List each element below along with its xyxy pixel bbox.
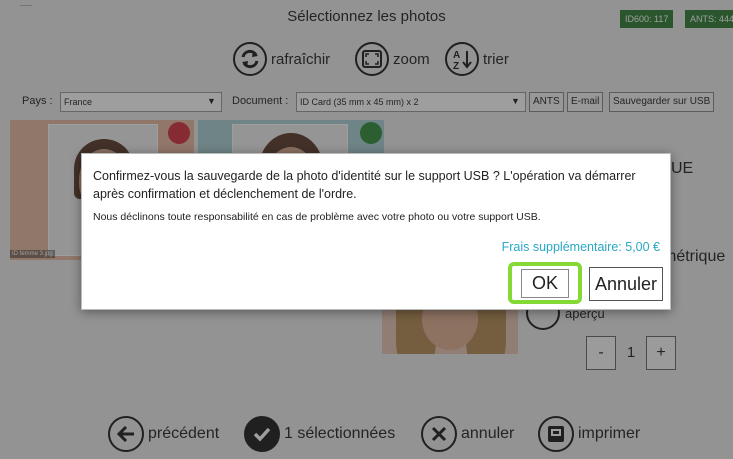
photo-selection-screen: ~~~ Sélectionnez les photos ID600: 117 A… (0, 0, 733, 459)
dialog-disclaimer: Nous déclinons toute responsabilité en c… (93, 211, 541, 223)
ok-label: OK (520, 268, 569, 298)
usb-save-confirm-dialog: Confirmez-vous la sauvegarde de la photo… (81, 153, 671, 310)
cancel-button[interactable]: Annuler (589, 267, 663, 301)
additional-fee: Frais supplémentaire: 5,00 € (501, 240, 660, 254)
ok-button[interactable]: OK (508, 262, 582, 304)
dialog-message: Confirmez-vous la sauvegarde de la photo… (93, 169, 636, 201)
